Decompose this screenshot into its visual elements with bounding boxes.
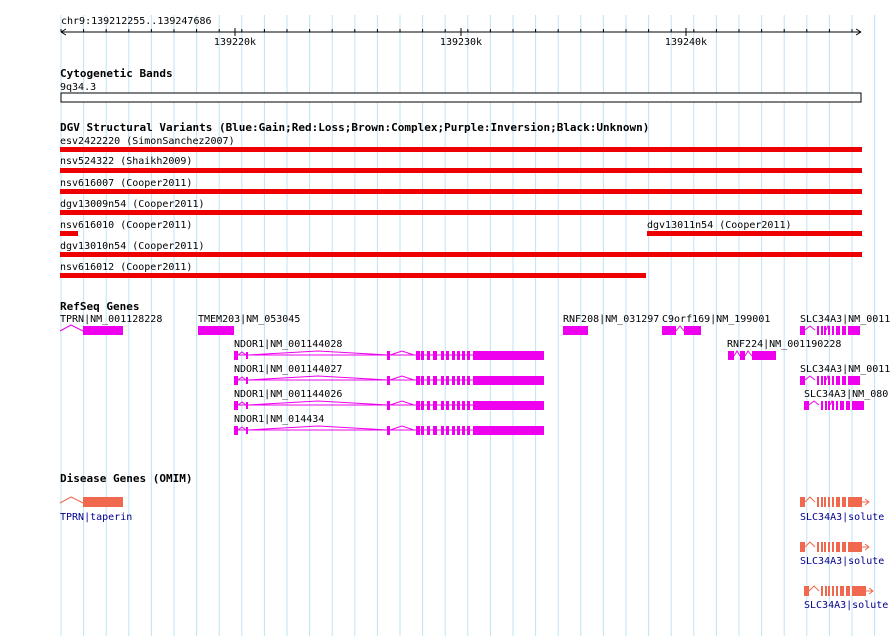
disease-gene-label[interactable]: TPRN|taperin <box>60 512 132 523</box>
dgv-track[interactable]: DGV Structural Variants (Blue:Gain;Red:L… <box>60 121 862 278</box>
cytoband-glyph[interactable] <box>60 92 862 103</box>
disease-gene-label[interactable]: SLC34A3|solute <box>800 556 884 567</box>
gene-feature[interactable]: RNF208|NM_031297 <box>563 314 659 335</box>
variant-label: esv2422220 (SimonSanchez2007) <box>60 136 235 147</box>
disease-gene-label[interactable]: SLC34A3|solute <box>804 600 888 611</box>
gene-glyph[interactable] <box>234 425 544 435</box>
cytoband-label: 9q34.3 <box>60 82 96 93</box>
cytoband-track[interactable]: Cytogenetic Bands 9q34.3 <box>60 67 862 103</box>
variant-bar[interactable] <box>60 189 862 194</box>
track-title: RefSeq Genes <box>60 300 139 313</box>
gene-glyph[interactable] <box>234 375 544 385</box>
disease-gene-feature[interactable]: TPRN|taperin <box>59 496 132 523</box>
tick-label: 139240k <box>665 37 707 48</box>
gene-feature[interactable]: SLC34A3|NM_080 <box>804 389 888 410</box>
region-label: chr9:139212255..139247686 <box>61 16 212 27</box>
variant-feature[interactable]: dgv13009n54 (Cooper2011) <box>60 199 862 215</box>
variant-label: nsv616007 (Cooper2011) <box>60 178 192 189</box>
gene-label: NDOR1|NM_001144026 <box>234 389 342 400</box>
disease-gene-label[interactable]: SLC34A3|solute <box>800 512 884 523</box>
gene-feature[interactable]: NDOR1|NM_001144026 <box>234 389 544 410</box>
variant-feature[interactable]: nsv616007 (Cooper2011) <box>60 178 862 194</box>
gene-label: SLC34A3|NM_0011 <box>800 314 890 325</box>
gene-label: TPRN|NM_001128228 <box>60 314 162 325</box>
gene-glyph[interactable] <box>800 324 860 335</box>
disease-gene-glyph[interactable] <box>59 496 123 507</box>
gene-feature[interactable]: NDOR1|NM_001144028 <box>234 339 544 360</box>
gene-label: SLC34A3|NM_080 <box>804 389 888 400</box>
variant-bar[interactable] <box>60 273 646 278</box>
background-grid <box>60 15 876 636</box>
variant-bar[interactable] <box>60 252 862 257</box>
gene-label: NDOR1|NM_001144028 <box>234 339 342 350</box>
gene-label: TMEM203|NM_053045 <box>198 314 300 325</box>
gene-glyph[interactable] <box>234 350 544 360</box>
gene-glyph[interactable] <box>59 324 123 335</box>
gene-glyph[interactable] <box>662 325 701 335</box>
gene-label: SLC34A3|NM_0011 <box>800 364 890 375</box>
gene-label: RNF224|NM_001190228 <box>727 339 841 350</box>
gene-label: NDOR1|NM_001144027 <box>234 364 342 375</box>
track-title: Cytogenetic Bands <box>60 67 173 80</box>
variant-bar[interactable] <box>60 231 78 236</box>
variant-label: nsv616012 (Cooper2011) <box>60 262 192 273</box>
gene-glyph[interactable] <box>804 399 864 410</box>
variant-label: nsv616010 (Cooper2011) <box>60 220 192 231</box>
variant-feature[interactable]: dgv13010n54 (Cooper2011) <box>60 241 862 257</box>
tick-label: 139230k <box>440 37 482 48</box>
variant-bar[interactable] <box>60 210 862 215</box>
disease-gene-glyph[interactable] <box>800 541 870 552</box>
disease-gene-feature[interactable]: SLC34A3|solute <box>804 585 888 611</box>
tick-label: 139220k <box>214 37 256 48</box>
variant-label: nsv524322 (Shaikh2009) <box>60 156 192 167</box>
genome-browser-panel[interactable]: chr9:139212255..139247686 139220k 139230… <box>0 0 890 636</box>
gene-glyph[interactable] <box>728 350 776 360</box>
gene-feature[interactable]: SLC34A3|NM_0011 <box>800 314 890 335</box>
gene-glyph[interactable] <box>563 326 588 335</box>
omim-track[interactable]: Disease Genes (OMIM) TPRN|taperin SLC34A… <box>59 472 888 611</box>
variant-bar[interactable] <box>60 147 862 152</box>
variant-label: dgv13011n54 (Cooper2011) <box>647 220 792 231</box>
gene-glyph[interactable] <box>234 400 544 410</box>
gene-glyph[interactable] <box>800 374 860 385</box>
disease-gene-feature[interactable]: SLC34A3|solute <box>800 496 884 523</box>
variant-bar[interactable] <box>60 168 862 173</box>
track-title: Disease Genes (OMIM) <box>60 472 192 485</box>
gene-feature[interactable]: NDOR1|NM_014434 <box>234 414 544 435</box>
variant-feature[interactable]: nsv616010 (Cooper2011) <box>60 220 192 236</box>
gene-label: RNF208|NM_031297 <box>563 314 659 325</box>
ruler-track: chr9:139212255..139247686 139220k 139230… <box>60 16 862 48</box>
variant-feature[interactable]: esv2422220 (SimonSanchez2007) <box>60 136 862 152</box>
variant-feature[interactable]: nsv524322 (Shaikh2009) <box>60 156 862 173</box>
disease-gene-glyph[interactable] <box>800 496 870 507</box>
disease-gene-feature[interactable]: SLC34A3|solute <box>800 541 884 567</box>
refseq-track[interactable]: RefSeq Genes TPRN|NM_001128228 TMEM203|N… <box>59 300 890 435</box>
variant-bar[interactable] <box>647 231 862 236</box>
variant-label: dgv13010n54 (Cooper2011) <box>60 241 205 252</box>
disease-gene-glyph[interactable] <box>804 585 874 596</box>
gene-label: C9orf169|NM_199001 <box>662 314 770 325</box>
gene-feature[interactable]: SLC34A3|NM_0011 <box>800 364 890 385</box>
variant-label: dgv13009n54 (Cooper2011) <box>60 199 205 210</box>
gene-glyph[interactable] <box>198 326 234 335</box>
track-title: DGV Structural Variants (Blue:Gain;Red:L… <box>60 121 649 134</box>
gene-feature[interactable]: NDOR1|NM_001144027 <box>234 364 544 385</box>
gene-label: NDOR1|NM_014434 <box>234 414 324 425</box>
gene-feature[interactable]: TMEM203|NM_053045 <box>198 314 300 335</box>
gene-feature[interactable]: TPRN|NM_001128228 <box>59 314 162 335</box>
